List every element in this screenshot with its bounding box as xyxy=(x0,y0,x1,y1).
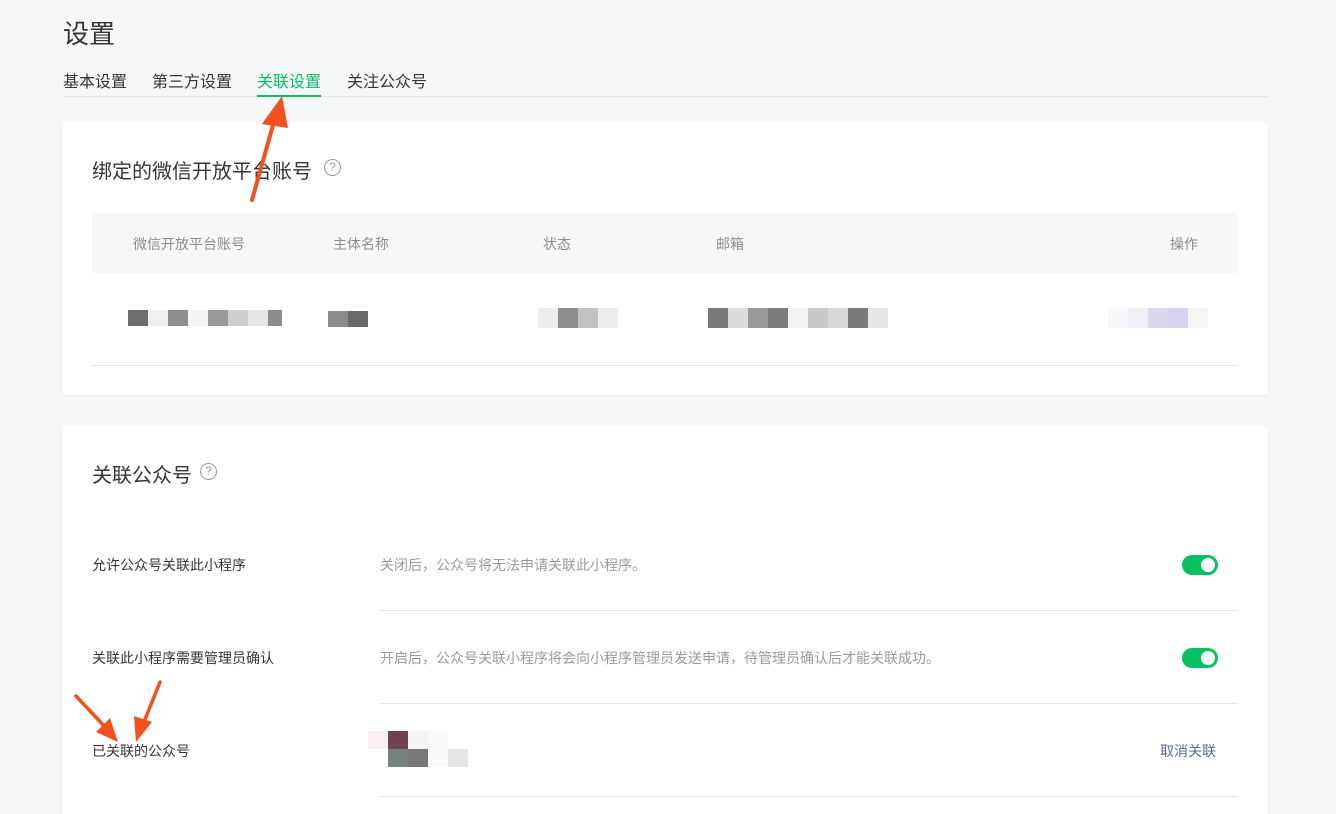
settings-tabs: 基本设置 第三方设置 关联设置 关注公众号 xyxy=(63,58,1268,97)
help-icon[interactable]: ? xyxy=(324,159,341,176)
unlink-button[interactable]: 取消关联 xyxy=(1160,741,1216,761)
page-title: 设置 xyxy=(63,20,116,50)
tab-follow-official-account[interactable]: 关注公众号 xyxy=(347,68,427,97)
column-header-actions: 操作 xyxy=(1170,237,1198,253)
setting-description: 开启后，公众号关联小程序将会向小程序管理员发送申请，待管理员确认后才能关联成功。 xyxy=(380,651,940,667)
setting-label: 允许公众号关联此小程序 xyxy=(92,558,246,574)
related-accounts-card: 关联公众号 ? 允许公众号关联此小程序 关闭后，公众号将无法申请关联此小程序。 … xyxy=(62,426,1268,814)
table-row xyxy=(92,273,1238,366)
column-header-entity-name: 主体名称 xyxy=(333,237,389,253)
tab-third-party-settings[interactable]: 第三方设置 xyxy=(152,68,232,97)
redacted-status xyxy=(538,308,618,328)
open-platform-card: 绑定的微信开放平台账号 ? 微信开放平台账号 主体名称 状态 邮箱 操作 xyxy=(62,122,1268,395)
open-platform-table-header: 微信开放平台账号 主体名称 状态 邮箱 操作 xyxy=(92,213,1238,273)
setting-description: 关闭后，公众号将无法申请关联此小程序。 xyxy=(380,558,646,574)
redacted-entity-name xyxy=(328,311,368,327)
setting-row-linked-account: 已关联的公众号 取消关联 xyxy=(62,704,1268,797)
setting-label: 已关联的公众号 xyxy=(92,744,190,760)
setting-row-admin-confirm: 关联此小程序需要管理员确认 开启后，公众号关联小程序将会向小程序管理员发送申请，… xyxy=(62,611,1268,704)
open-platform-title: 绑定的微信开放平台账号 xyxy=(92,159,312,183)
redacted-linked-account xyxy=(368,731,468,767)
tab-related-settings[interactable]: 关联设置 xyxy=(257,68,322,97)
related-accounts-title: 关联公众号 xyxy=(92,463,192,487)
help-icon[interactable]: ? xyxy=(200,463,217,480)
setting-row-allow-link: 允许公众号关联此小程序 关闭后，公众号将无法申请关联此小程序。 xyxy=(62,518,1268,611)
redacted-email xyxy=(708,308,888,328)
tab-basic-settings[interactable]: 基本设置 xyxy=(63,68,127,97)
column-header-email: 邮箱 xyxy=(716,237,744,253)
redacted-account xyxy=(128,310,282,326)
setting-label: 关联此小程序需要管理员确认 xyxy=(92,651,274,667)
admin-confirm-toggle[interactable] xyxy=(1182,648,1218,668)
column-header-account: 微信开放平台账号 xyxy=(133,237,245,253)
divider xyxy=(380,796,1238,797)
toggle-knob xyxy=(1201,651,1215,665)
toggle-knob xyxy=(1201,558,1215,572)
redacted-action[interactable] xyxy=(1108,308,1208,328)
allow-link-toggle[interactable] xyxy=(1182,555,1218,575)
column-header-status: 状态 xyxy=(543,237,571,253)
